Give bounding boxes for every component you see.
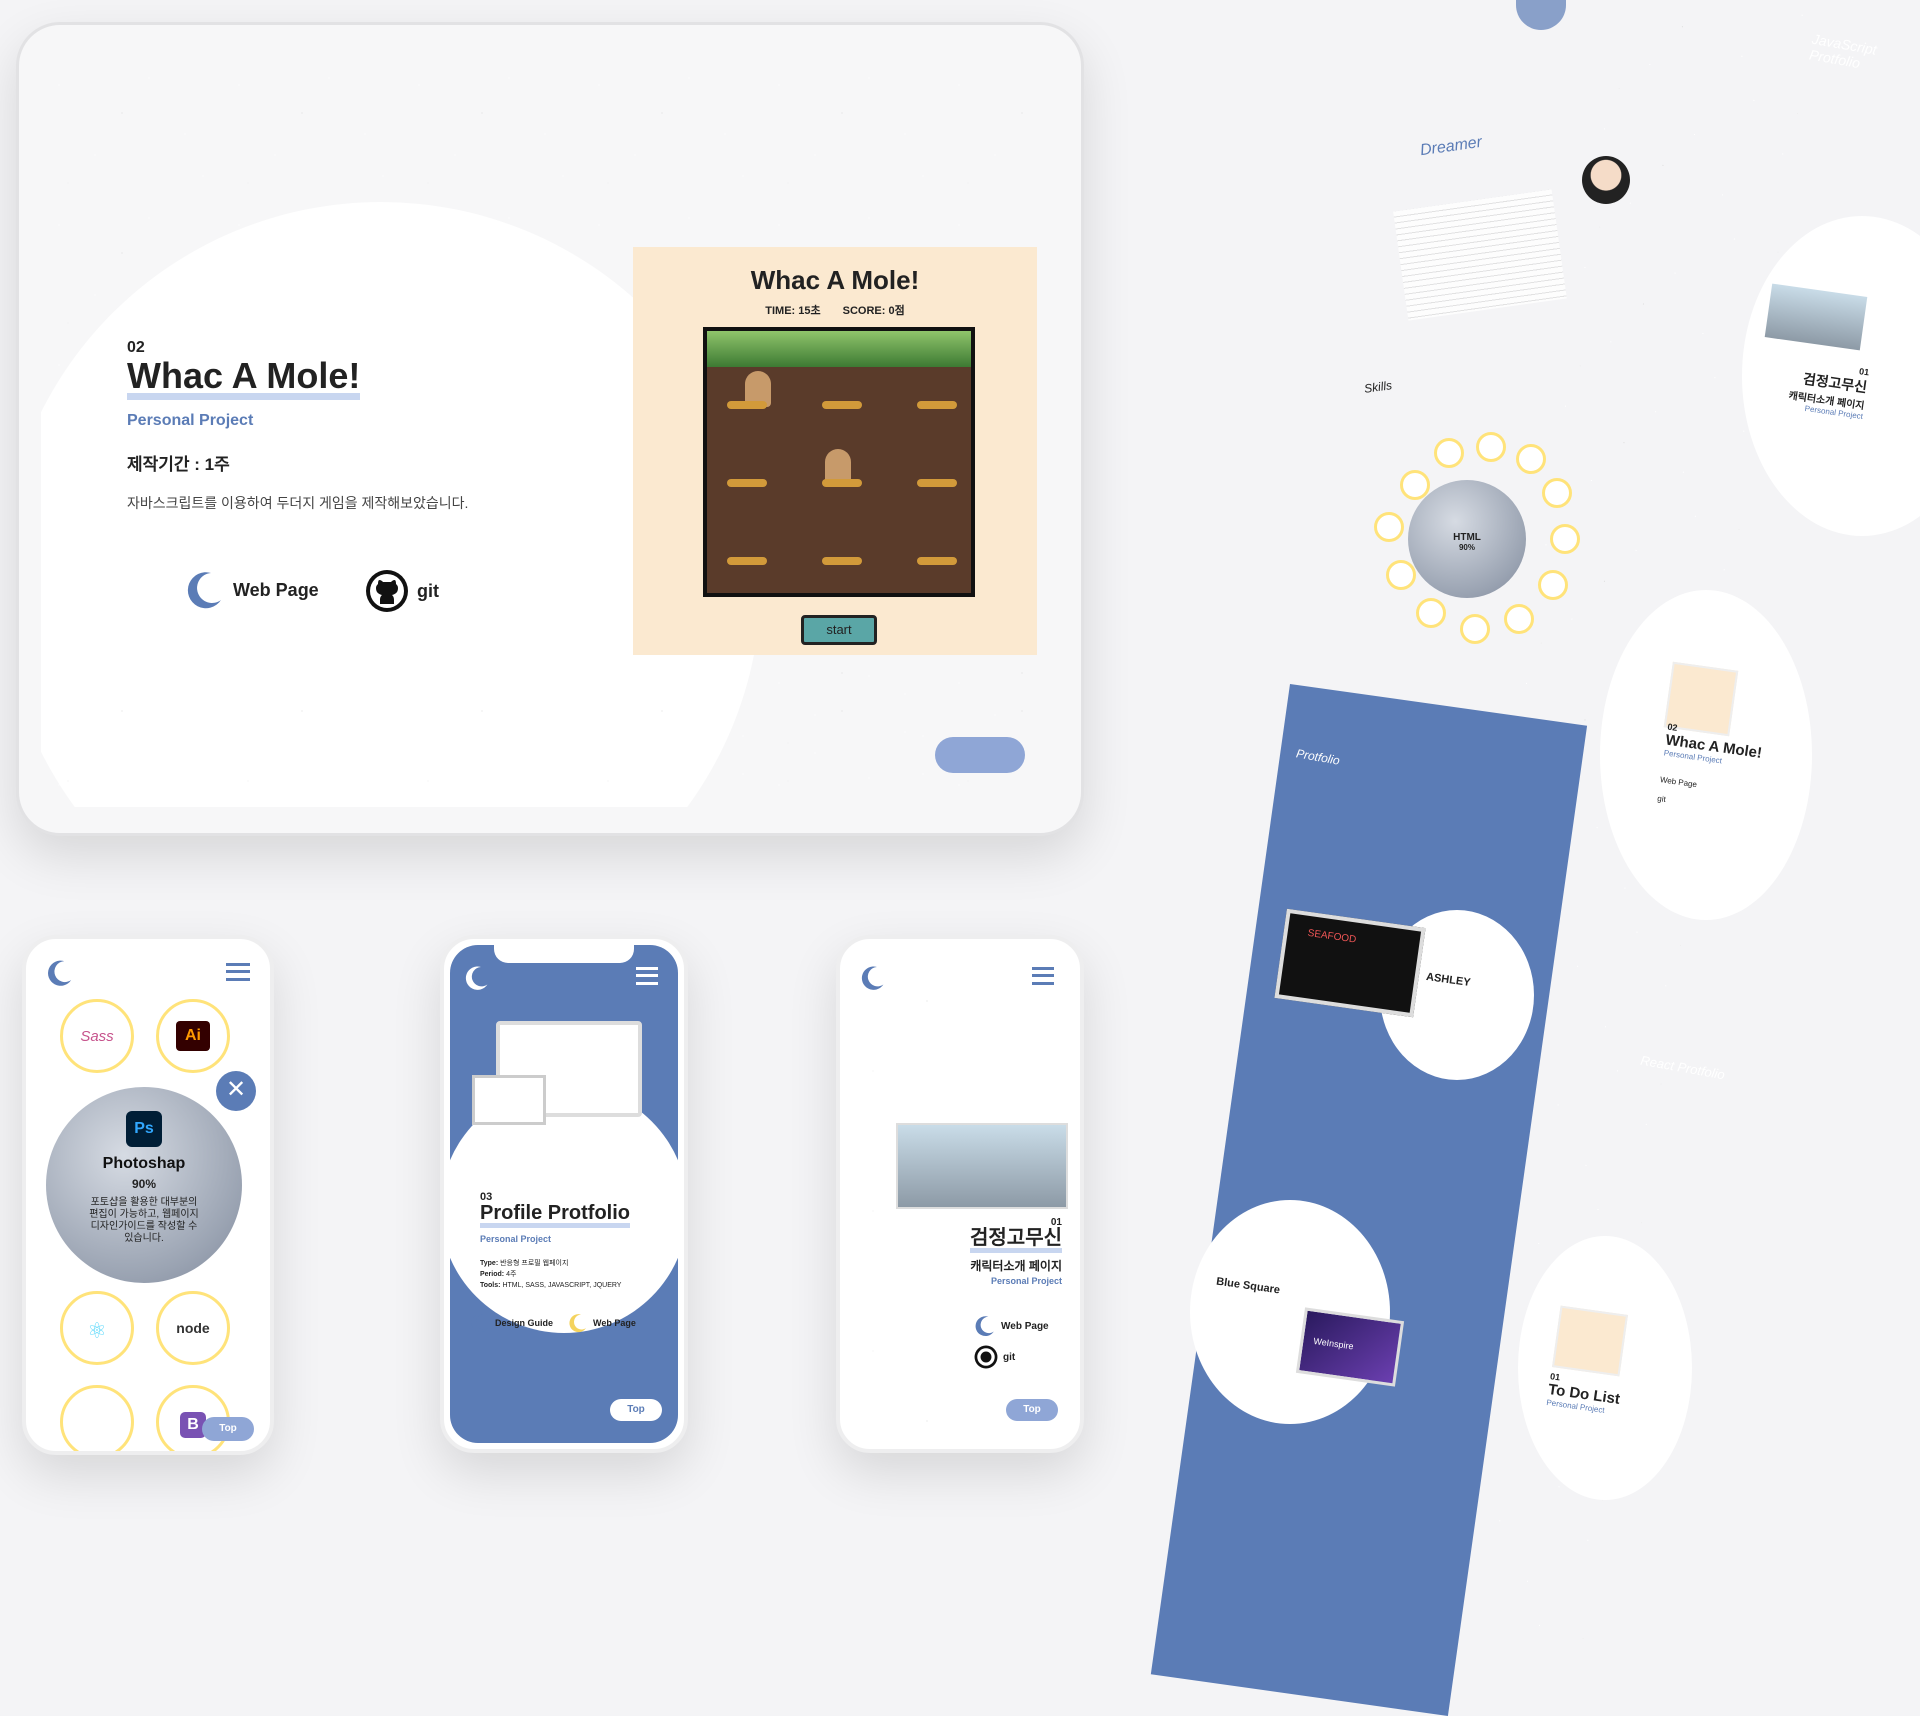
project-subtitle: 캐릭터소개 페이지 (970, 1259, 1062, 1273)
project-description: 자바스크립트를 이용하여 두더지 게임을 제작해보았습니다. (127, 495, 469, 511)
phone-profile: 03 Profile Protfolio Personal Project Ty… (440, 935, 688, 1453)
skill-mysql[interactable] (60, 1385, 134, 1451)
project-subtitle: Personal Project (127, 412, 254, 429)
skill-node[interactable]: node (156, 1291, 230, 1365)
game-title: Whac A Mole! (750, 265, 920, 295)
github-icon (974, 1345, 998, 1369)
git-link[interactable]: git (365, 569, 439, 613)
top-button[interactable]: Top (610, 1399, 662, 1421)
menu-icon[interactable] (226, 963, 250, 981)
phone-screen: 01 검정고무신 캐릭터소개 페이지 Personal Project Web … (846, 945, 1074, 1443)
game-board (703, 327, 975, 597)
start-button[interactable]: start (801, 615, 877, 645)
webpage-link[interactable]: Web Page (568, 1313, 636, 1333)
webpage-link[interactable]: Web Page (185, 570, 319, 610)
hole-row (727, 479, 957, 489)
seafood-monitor: SEAFOOD (1274, 908, 1426, 1018)
phone-character: 01 검정고무신 캐릭터소개 페이지 Personal Project Web … (836, 935, 1084, 1453)
menu-icon[interactable] (1032, 967, 1054, 985)
blue-square-card[interactable] (1190, 1200, 1390, 1424)
notch (890, 945, 1030, 963)
grass (707, 331, 971, 367)
skill-name: Photoshap (102, 1155, 186, 1172)
dreamer-logo (1516, 0, 1566, 30)
skill-bubble[interactable] (1400, 470, 1430, 500)
project-period: 제작기간 : 1주 (127, 455, 230, 474)
html-skill-name: HTML (1453, 532, 1481, 543)
github-icon (366, 570, 408, 612)
notch (494, 945, 634, 963)
phone-screen: 03 Profile Protfolio Personal Project Ty… (450, 945, 678, 1443)
dreamer-title: Dreamer (1419, 133, 1484, 160)
lower-night (41, 655, 1047, 807)
webpage-label: Web Page (233, 579, 319, 600)
webpage-link[interactable]: Web Page (974, 1315, 1049, 1337)
skill-detail-moon: Ps Photoshap 90% 포토샵을 활용한 대부분의 편집이 가능하고,… (46, 1087, 242, 1283)
card2-webpage[interactable]: Web Page (1659, 775, 1757, 797)
skill-description: 포토샵을 활용한 대부분의 편집이 가능하고, 웹페이지 디자인가이드를 작성할… (89, 1197, 199, 1244)
moon-icon (187, 572, 221, 609)
project-title: Profile Protfolio (480, 1203, 630, 1228)
hole-row (727, 557, 957, 567)
project-title: 검정고무신 (970, 1228, 1062, 1253)
git-link[interactable]: git (974, 1345, 1015, 1369)
game-score: SCORE: 0점 (842, 305, 905, 317)
moon-logo-icon[interactable] (464, 965, 490, 991)
top-button[interactable]: Top (1006, 1399, 1058, 1421)
skill-bubble[interactable] (1476, 432, 1506, 462)
laptop-mockup (472, 1075, 546, 1125)
project-type: Personal Project (990, 1276, 1062, 1286)
skill-illustrator[interactable]: Ai (156, 999, 230, 1073)
project-title: Whac A Mole! (127, 358, 361, 400)
skill-percent: 90% (131, 1177, 157, 1191)
git-label: git (417, 580, 439, 601)
tablet-screen: 02 Whac A Mole! Personal Project 제작기간 : … (41, 57, 1047, 807)
skills-title: Skills (1363, 378, 1393, 396)
moon-icon (975, 1316, 994, 1337)
skill-bubble[interactable] (1374, 512, 1404, 542)
close-icon[interactable]: ✕ (216, 1071, 256, 1111)
top-button[interactable]: Top (202, 1417, 254, 1441)
moon-icon (471, 1314, 488, 1333)
moon-logo-icon[interactable] (860, 965, 886, 991)
profile-text (1393, 189, 1567, 321)
phone-skills: Sass Ai ⚛ node B Ps Photoshap 90% 포토샵을 활… (22, 935, 274, 1455)
design-guide-link[interactable]: Design Guide (470, 1313, 553, 1333)
moon-logo-icon[interactable] (46, 959, 74, 987)
game-panel: Whac A Mole! TIME: 15초 SCORE: 0점 start (633, 247, 1037, 655)
project-subtitle: Personal Project (480, 1234, 552, 1244)
skill-bubble[interactable] (1386, 560, 1416, 590)
weinspire-mockup: WeInspire (1295, 1307, 1405, 1387)
moon-icon (569, 1314, 586, 1333)
skill-react[interactable]: ⚛ (60, 1291, 134, 1365)
game-time: TIME: 15초 (765, 305, 821, 317)
skills-moon: HTML 90% (1408, 480, 1526, 598)
menu-icon[interactable] (636, 967, 658, 985)
tablet-device: 02 Whac A Mole! Personal Project 제작기간 : … (16, 22, 1084, 836)
html-skill-percent: 90% (1458, 543, 1475, 552)
cloud-icon (935, 737, 1025, 773)
skill-bubble[interactable] (1416, 598, 1446, 628)
skill-sass[interactable]: Sass (60, 999, 134, 1073)
photoshop-icon: Ps (126, 1111, 162, 1147)
hole-row (727, 401, 957, 411)
skill-bubble[interactable] (1434, 438, 1464, 468)
skill-bubble[interactable] (1460, 614, 1490, 644)
todo-thumbnail (1552, 1305, 1628, 1377)
project-thumbnail (896, 1123, 1068, 1209)
